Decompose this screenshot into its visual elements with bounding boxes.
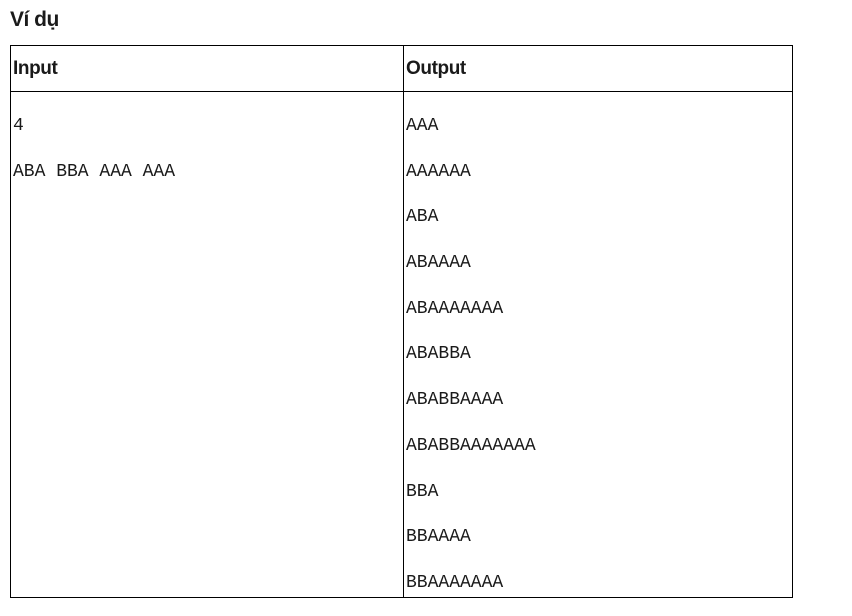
output-line: AAAAAA [406, 161, 471, 182]
section-title: Ví dụ [10, 8, 59, 31]
output-line: BBA [406, 481, 439, 502]
output-line: ABABBAAAAAAA [406, 435, 536, 456]
output-line: ABAAAA [406, 253, 471, 274]
input-header: Input [11, 46, 403, 92]
output-line: BBAAAA [406, 527, 471, 548]
output-line: AAA [406, 116, 439, 136]
output-line: ABAAAAAAA [406, 298, 504, 319]
output-line: ABABBA [406, 344, 471, 365]
example-table: Input 4 ABA BBA AAA AAA Output AAA AAAAA… [10, 45, 793, 598]
output-header: Output [404, 46, 792, 92]
input-line: ABA BBA AAA AAA [13, 161, 176, 182]
input-column: Input 4 ABA BBA AAA AAA [11, 46, 404, 597]
output-line: BBAAAAAAA [406, 572, 504, 593]
output-line: ABABBAAAA [406, 390, 504, 411]
output-line: ABA [406, 207, 439, 228]
input-lines: 4 ABA BBA AAA AAA [11, 92, 403, 195]
output-lines: AAA AAAAAA ABA ABAAAA ABAAAAAAA ABABBA A… [404, 92, 792, 607]
output-column: Output AAA AAAAAA ABA ABAAAA ABAAAAAAA A… [404, 46, 792, 597]
input-line: 4 [13, 116, 24, 136]
